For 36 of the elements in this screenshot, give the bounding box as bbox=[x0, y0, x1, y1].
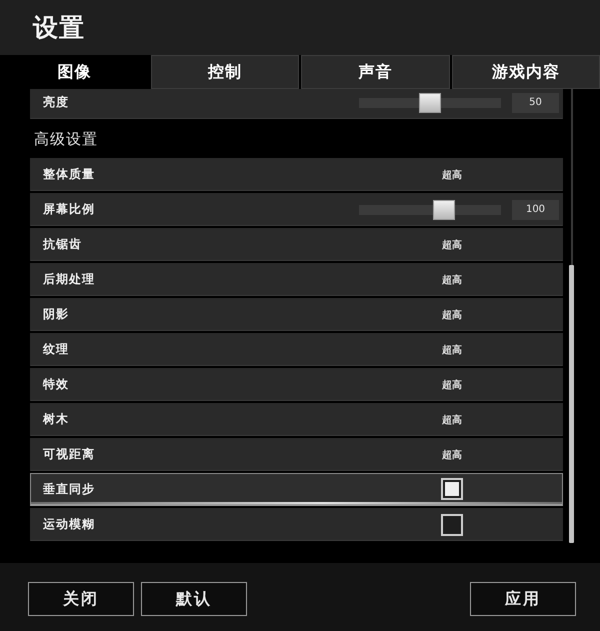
scrollbar-thumb[interactable] bbox=[569, 265, 574, 543]
setting-label: 抗锯齿 bbox=[42, 236, 83, 253]
checkbox[interactable] bbox=[441, 478, 463, 500]
setting-label: 树木 bbox=[42, 411, 70, 428]
footer-button[interactable]: 关闭 bbox=[28, 582, 134, 616]
slider-thumb[interactable] bbox=[433, 200, 456, 220]
setting-label: 运动模糊 bbox=[42, 516, 96, 533]
setting-value[interactable]: 超高 bbox=[422, 448, 482, 462]
tab[interactable]: 控制 bbox=[150, 55, 299, 89]
setting-label: 特效 bbox=[42, 376, 70, 393]
setting-label: 垂直同步 bbox=[42, 480, 96, 498]
setting-value[interactable]: 超高 bbox=[422, 342, 482, 356]
slider-reading: 50 bbox=[512, 92, 559, 112]
setting-value[interactable]: 超高 bbox=[422, 238, 482, 252]
setting-value[interactable]: 超高 bbox=[422, 168, 482, 182]
setting-label: 阴影 bbox=[42, 306, 70, 323]
setting-value[interactable]: 超高 bbox=[422, 378, 482, 392]
setting-label: 后期处理 bbox=[42, 271, 96, 288]
setting-value[interactable]: 超高 bbox=[422, 412, 482, 426]
footer-button[interactable]: 默认 bbox=[141, 582, 247, 616]
setting-label: 可视距离 bbox=[42, 446, 96, 463]
setting-value[interactable]: 超高 bbox=[422, 272, 482, 286]
footer-button[interactable]: 应用 bbox=[470, 582, 576, 616]
slider-thumb[interactable] bbox=[419, 92, 441, 112]
tab[interactable]: 游戏内容 bbox=[452, 55, 600, 89]
setting-value[interactable]: 超高 bbox=[422, 308, 482, 322]
slider-reading: 100 bbox=[512, 200, 559, 220]
section-heading: 高级设置 bbox=[33, 129, 99, 150]
setting-label: 亮度 bbox=[42, 94, 70, 111]
window-title: 设置 bbox=[33, 12, 85, 44]
checkbox[interactable] bbox=[441, 514, 463, 536]
setting-label: 纹理 bbox=[42, 341, 70, 358]
setting-label: 整体质量 bbox=[42, 166, 96, 183]
tab[interactable]: 声音 bbox=[301, 55, 450, 89]
scrollbar-track[interactable] bbox=[569, 89, 574, 543]
setting-label: 屏幕比例 bbox=[42, 201, 96, 218]
